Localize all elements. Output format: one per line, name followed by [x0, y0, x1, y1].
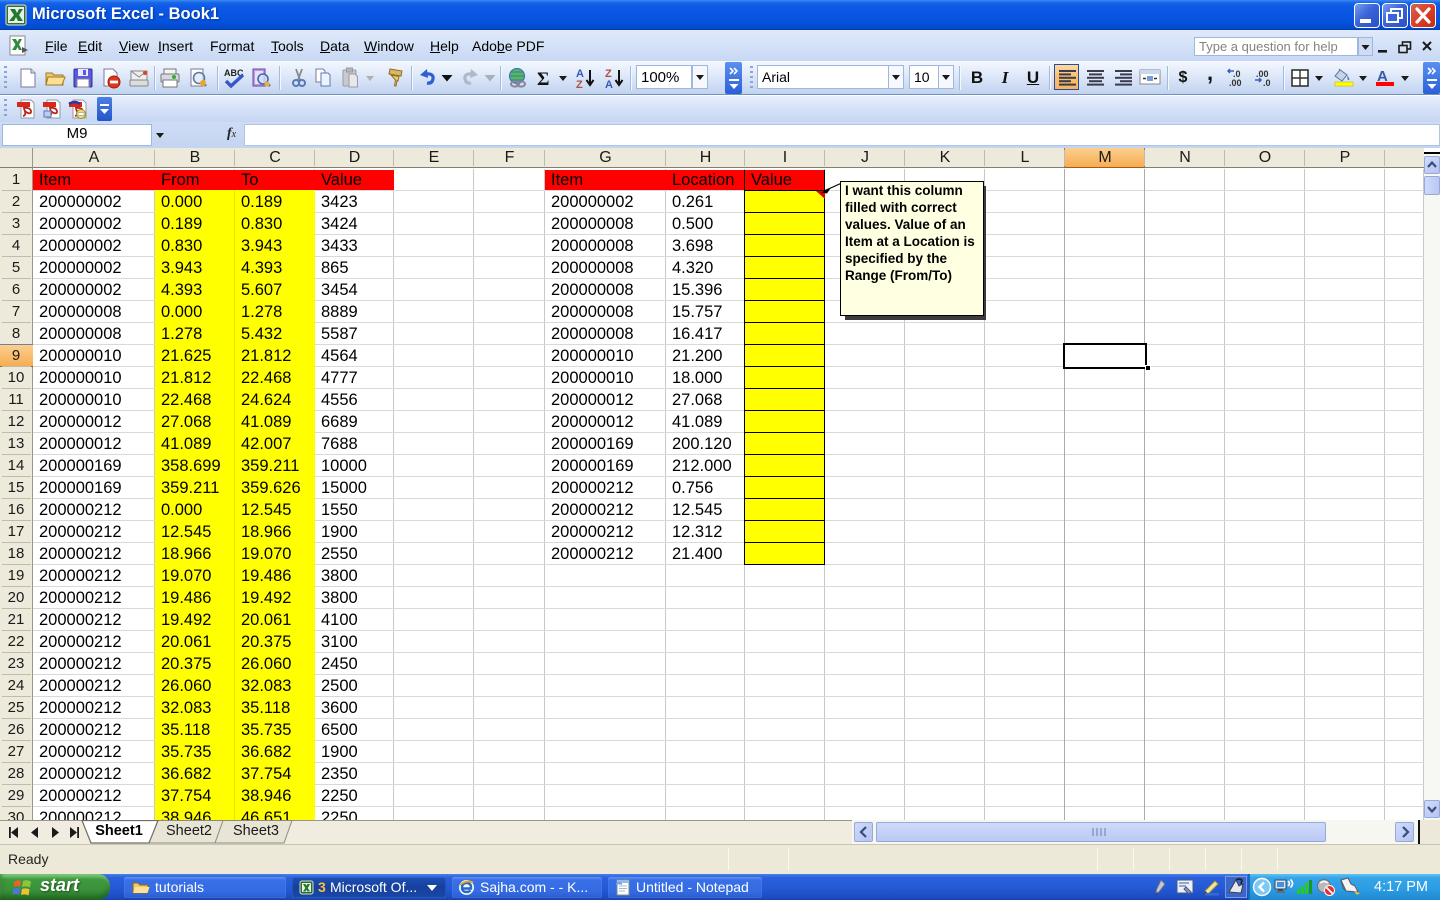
svg-text:Z: Z — [576, 79, 583, 89]
svg-text:A: A — [605, 79, 613, 89]
svg-text:Σ: Σ — [537, 69, 549, 89]
svg-text:.0: .0 — [1263, 78, 1271, 88]
svg-text:.00: .00 — [1229, 78, 1242, 88]
